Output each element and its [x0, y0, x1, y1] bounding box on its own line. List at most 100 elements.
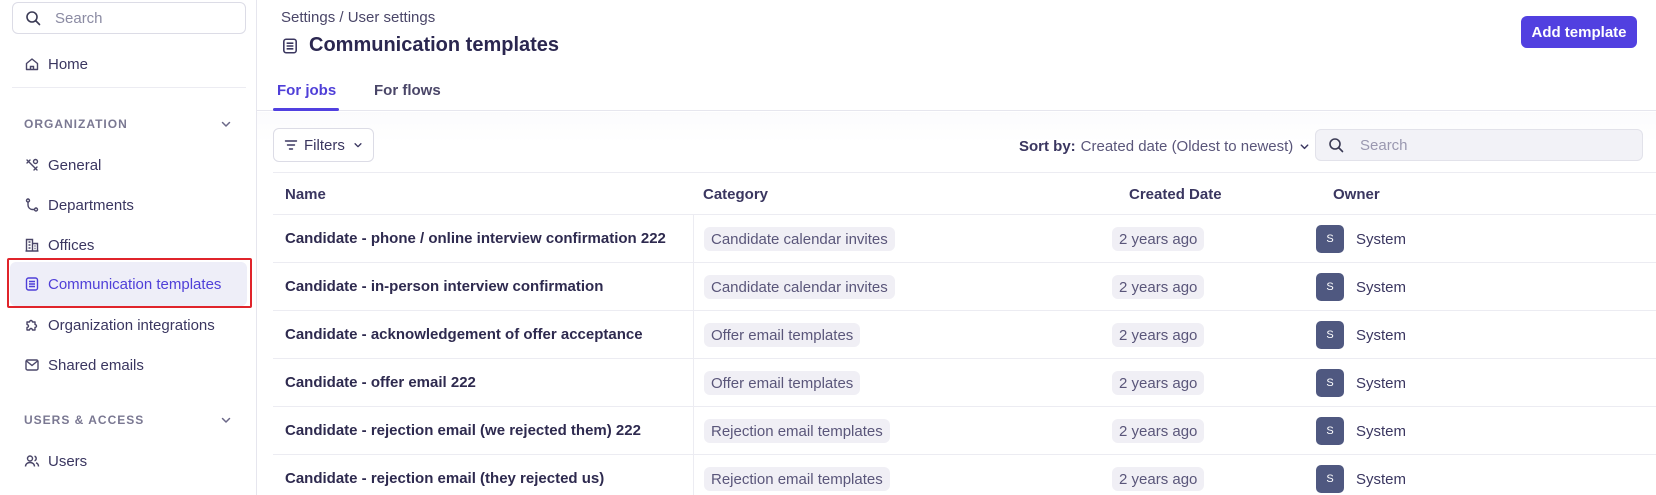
- users-icon: [24, 455, 40, 467]
- category-badge: Rejection email templates: [704, 419, 890, 443]
- main-content: Settings / User settings Communication t…: [257, 0, 1656, 495]
- column-divider: [693, 215, 694, 263]
- page-title: Communication templates: [309, 34, 560, 56]
- tools-icon: [26, 158, 39, 171]
- owner-cell: S System: [1316, 273, 1406, 301]
- created-date-badge: 2 years ago: [1112, 227, 1205, 251]
- table-row[interactable]: Candidate - phone / online interview con…: [273, 215, 1656, 263]
- chevron-down-icon[interactable]: [220, 118, 232, 130]
- column-header-category[interactable]: Category: [703, 186, 768, 203]
- sidebar-item-communication-templates[interactable]: Communication templates: [24, 272, 221, 296]
- category-badge: Rejection email templates: [704, 467, 890, 491]
- column-header-owner[interactable]: Owner: [1333, 186, 1380, 203]
- avatar: S: [1316, 225, 1344, 253]
- template-icon: [283, 37, 297, 54]
- table-row[interactable]: Candidate - acknowledgement of offer acc…: [273, 311, 1656, 359]
- filters-label: Filters: [304, 136, 345, 154]
- sidebar-item-label: General: [48, 156, 102, 174]
- created-date-badge: 2 years ago: [1112, 323, 1205, 347]
- tab-bar: For jobs For flows: [257, 76, 1656, 111]
- avatar: S: [1316, 321, 1344, 349]
- sidebar-item-label: Departments: [48, 196, 134, 214]
- table-header: Name Category Created Date Owner: [273, 172, 1656, 215]
- template-icon: [25, 277, 39, 291]
- template-name[interactable]: Candidate - rejection email (we rejected…: [285, 422, 641, 439]
- sidebar-item-offices[interactable]: Offices: [24, 233, 94, 257]
- chevron-down-icon[interactable]: [220, 414, 232, 426]
- templates-panel: Filters Sort by: Created date (Oldest to…: [257, 112, 1656, 495]
- table-search-input[interactable]: Search: [1315, 129, 1643, 161]
- tab-for-flows[interactable]: For flows: [374, 82, 441, 99]
- sidebar-divider: [12, 87, 246, 88]
- category-badge: Candidate calendar invites: [704, 227, 895, 251]
- sidebar-item-label: Home: [48, 55, 89, 73]
- chevron-down-icon: [354, 143, 362, 148]
- puzzle-icon: [26, 319, 38, 331]
- table-row[interactable]: Candidate - rejection email (we rejected…: [273, 407, 1656, 455]
- template-name[interactable]: Candidate - phone / online interview con…: [285, 230, 666, 247]
- sidebar: Search Home ORGANIZATION General Departm…: [0, 0, 257, 495]
- template-name[interactable]: Candidate - acknowledgement of offer acc…: [285, 326, 643, 343]
- avatar: S: [1316, 417, 1344, 445]
- column-divider: [693, 407, 694, 455]
- search-icon: [26, 11, 41, 26]
- column-divider: [693, 455, 694, 495]
- column-divider: [693, 311, 694, 359]
- owner-name: System: [1356, 422, 1407, 440]
- filter-icon: [284, 140, 298, 150]
- created-date-badge: 2 years ago: [1112, 419, 1205, 443]
- table-row[interactable]: Candidate - offer email 222 Offer email …: [273, 359, 1656, 407]
- sidebar-item-label: Organization integrations: [48, 316, 215, 334]
- avatar: S: [1316, 369, 1344, 397]
- template-name[interactable]: Candidate - in-person interview confirma…: [285, 278, 603, 295]
- category-badge: Offer email templates: [704, 323, 861, 347]
- created-date-badge: 2 years ago: [1112, 467, 1205, 491]
- sidebar-search-input[interactable]: Search: [12, 2, 246, 34]
- owner-cell: S System: [1316, 369, 1406, 397]
- sidebar-item-label: Offices: [48, 236, 95, 254]
- column-divider: [693, 263, 694, 311]
- column-header-name[interactable]: Name: [285, 186, 326, 203]
- owner-name: System: [1356, 230, 1407, 248]
- category-badge: Candidate calendar invites: [704, 275, 895, 299]
- created-date-badge: 2 years ago: [1112, 275, 1205, 299]
- sort-value: Created date (Oldest to newest): [1080, 138, 1294, 155]
- avatar: S: [1316, 273, 1344, 301]
- templates-table: Name Category Created Date Owner Candida…: [273, 172, 1656, 495]
- avatar: S: [1316, 465, 1344, 493]
- owner-name: System: [1356, 374, 1407, 392]
- sidebar-item-users[interactable]: Users: [24, 449, 87, 473]
- add-template-button[interactable]: Add template: [1521, 16, 1637, 48]
- page-title-row: Communication templates: [281, 34, 559, 57]
- template-name[interactable]: Candidate - rejection email (they reject…: [285, 470, 604, 487]
- column-header-created-date[interactable]: Created Date: [1129, 186, 1222, 203]
- owner-cell: S System: [1316, 465, 1406, 493]
- home-icon: [25, 58, 39, 71]
- chevron-down-icon: [1300, 144, 1309, 150]
- mail-icon: [25, 359, 39, 371]
- sort-dropdown[interactable]: Sort by: Created date (Oldest to newest): [1019, 138, 1310, 155]
- sidebar-item-label: Users: [48, 452, 88, 470]
- section-label-users-access: USERS & ACCESS: [24, 413, 145, 427]
- breadcrumb[interactable]: Settings / User settings: [281, 9, 435, 26]
- active-tab-indicator: [273, 108, 339, 111]
- created-date-badge: 2 years ago: [1112, 371, 1205, 395]
- owner-name: System: [1356, 326, 1407, 344]
- sidebar-item-departments[interactable]: Departments: [24, 193, 134, 217]
- column-divider: [693, 359, 694, 407]
- sidebar-item-label: Shared emails: [48, 356, 144, 374]
- sidebar-item-general[interactable]: General: [24, 153, 101, 177]
- search-icon: [1329, 138, 1344, 153]
- sidebar-item-shared-emails[interactable]: Shared emails: [24, 353, 144, 377]
- filters-button[interactable]: Filters: [273, 128, 374, 162]
- sort-label: Sort by:: [1019, 138, 1076, 155]
- owner-cell: S System: [1316, 417, 1406, 445]
- table-row[interactable]: Candidate - in-person interview confirma…: [273, 263, 1656, 311]
- owner-cell: S System: [1316, 321, 1406, 349]
- tab-for-jobs[interactable]: For jobs: [277, 82, 336, 99]
- sidebar-item-organization-integrations[interactable]: Organization integrations: [24, 313, 215, 337]
- template-name[interactable]: Candidate - offer email 222: [285, 374, 476, 391]
- table-search-placeholder: Search: [1360, 136, 1408, 154]
- table-row[interactable]: Candidate - rejection email (they reject…: [273, 455, 1656, 495]
- sidebar-item-home[interactable]: Home: [24, 52, 88, 76]
